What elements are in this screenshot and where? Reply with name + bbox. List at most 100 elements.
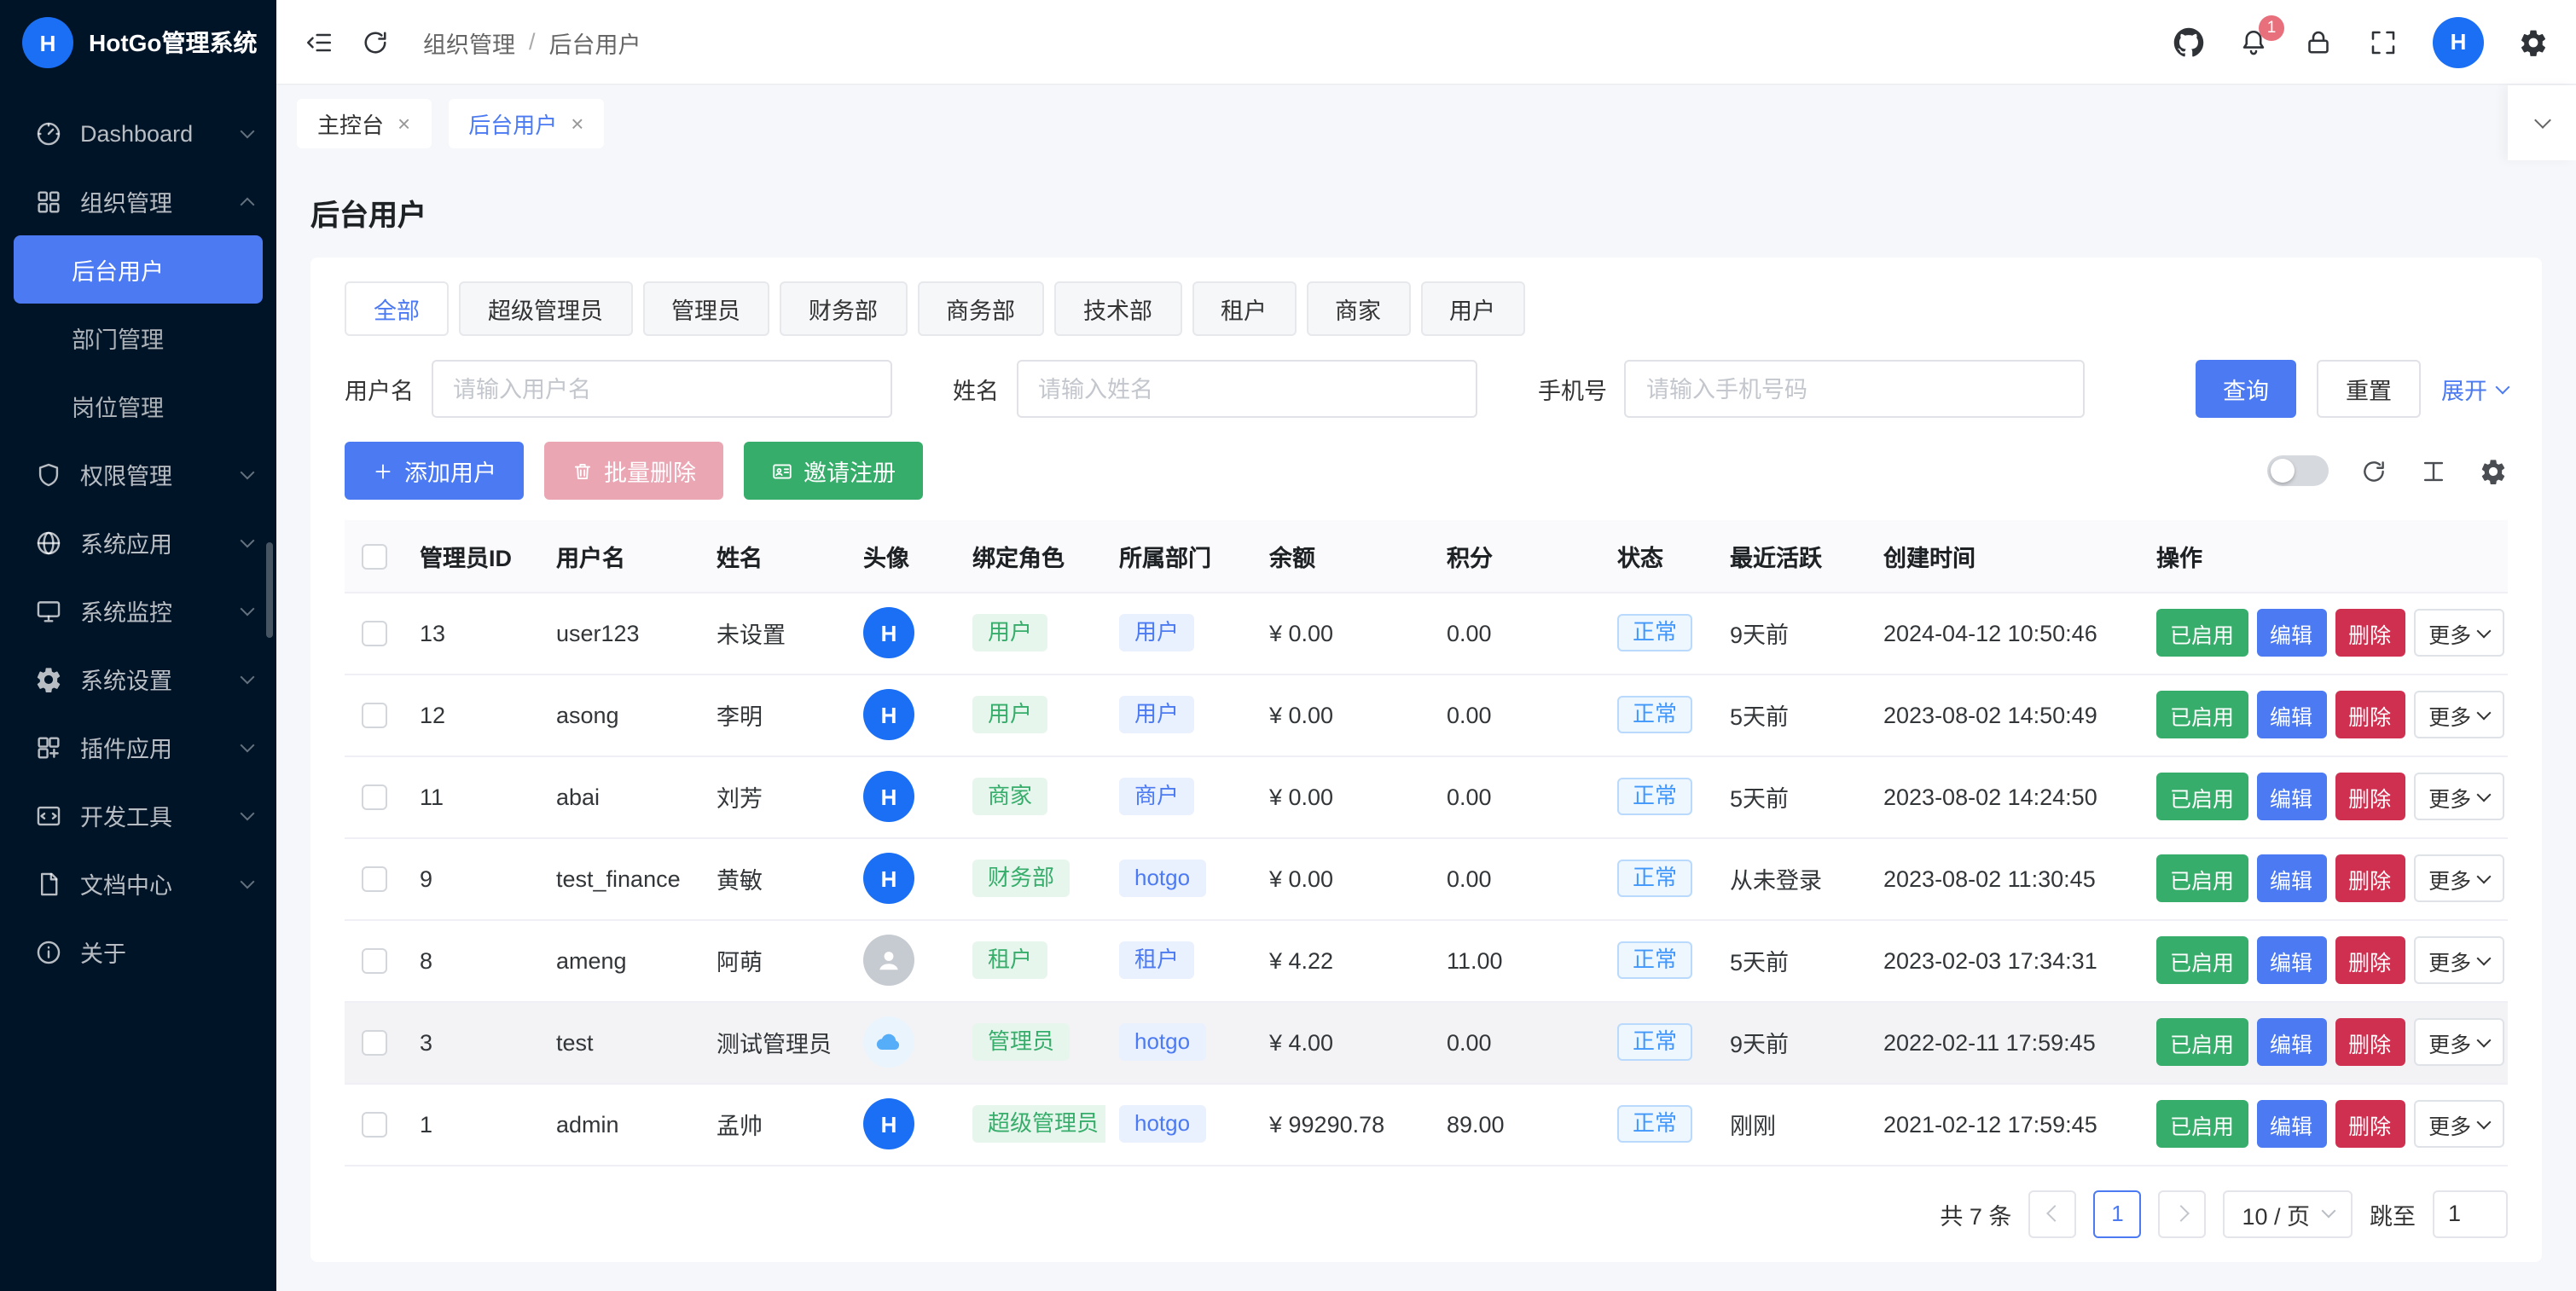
- edit-button[interactable]: 编辑: [2256, 609, 2326, 657]
- edit-button[interactable]: 编辑: [2256, 691, 2326, 738]
- delete-button[interactable]: 删除: [2335, 1018, 2405, 1066]
- row-checkbox[interactable]: [362, 1112, 387, 1138]
- row-checkbox[interactable]: [362, 784, 387, 810]
- sidebar-item-dashboard[interactable]: Dashboard: [0, 99, 276, 167]
- sidebar-item-system-settings[interactable]: 系统设置: [0, 645, 276, 713]
- collapse-menu-icon[interactable]: [304, 26, 334, 57]
- sidebar-subitem-department[interactable]: 部门管理: [0, 304, 276, 372]
- row-checkbox[interactable]: [362, 1030, 387, 1056]
- mobile-input[interactable]: [1624, 360, 2085, 418]
- edit-button[interactable]: 编辑: [2256, 1018, 2326, 1066]
- row-checkbox[interactable]: [362, 866, 387, 892]
- more-button[interactable]: 更多: [2413, 691, 2503, 738]
- notifications-button[interactable]: 1: [2238, 26, 2269, 57]
- app-logo[interactable]: H HotGo管理系统: [0, 0, 276, 85]
- invite-register-button[interactable]: 邀请注册: [744, 442, 923, 500]
- realname-input[interactable]: [1016, 360, 1477, 418]
- enabled-button[interactable]: 已启用: [2156, 936, 2248, 984]
- page-1-button[interactable]: 1: [2093, 1190, 2141, 1237]
- edit-button[interactable]: 编辑: [2256, 936, 2326, 984]
- more-button[interactable]: 更多: [2413, 773, 2503, 820]
- edit-button[interactable]: 编辑: [2256, 773, 2326, 820]
- search-button[interactable]: 查询: [2196, 360, 2296, 418]
- row-avatar[interactable]: [863, 1016, 914, 1068]
- role-tab-3[interactable]: 财务部: [780, 281, 907, 336]
- sidebar-scrollbar[interactable]: [266, 542, 273, 638]
- row-avatar[interactable]: H: [863, 689, 914, 740]
- enabled-button[interactable]: 已启用: [2156, 854, 2248, 902]
- more-button[interactable]: 更多: [2413, 609, 2503, 657]
- row-avatar[interactable]: H: [863, 771, 914, 822]
- sidebar-item-devtools[interactable]: 开发工具: [0, 781, 276, 849]
- reload-table-icon[interactable]: [2359, 456, 2388, 485]
- role-tab-1[interactable]: 超级管理员: [459, 281, 632, 336]
- tabbar-dropdown-button[interactable]: [2508, 85, 2576, 160]
- row-avatar[interactable]: [863, 935, 914, 986]
- username-input[interactable]: [431, 360, 891, 418]
- row-checkbox[interactable]: [362, 948, 387, 974]
- column-settings-icon[interactable]: [2479, 456, 2508, 485]
- next-page-button[interactable]: [2158, 1190, 2206, 1237]
- enabled-button[interactable]: 已启用: [2156, 691, 2248, 738]
- more-button[interactable]: 更多: [2413, 854, 2503, 902]
- role-tab-5[interactable]: 技术部: [1054, 281, 1181, 336]
- role-tab-8[interactable]: 用户: [1420, 281, 1524, 336]
- route-tab-console[interactable]: 主控台×: [297, 98, 431, 148]
- sidebar-subitem-backend-users[interactable]: 后台用户: [14, 235, 263, 304]
- role-tab-0[interactable]: 全部: [345, 281, 449, 336]
- enabled-button[interactable]: 已启用: [2156, 609, 2248, 657]
- prev-page-button[interactable]: [2028, 1190, 2076, 1237]
- select-all-checkbox[interactable]: [362, 543, 387, 569]
- delete-button[interactable]: 删除: [2335, 1100, 2405, 1148]
- row-avatar[interactable]: H: [863, 607, 914, 658]
- sidebar-item-plugins[interactable]: 插件应用: [0, 713, 276, 781]
- reset-button[interactable]: 重置: [2317, 360, 2421, 418]
- github-icon[interactable]: [2173, 26, 2204, 57]
- page-size-select[interactable]: 10 / 页: [2223, 1190, 2353, 1237]
- sidebar-item-system-app[interactable]: 系统应用: [0, 508, 276, 576]
- fullscreen-icon[interactable]: [2368, 26, 2399, 57]
- role-tab-7[interactable]: 商家: [1306, 281, 1410, 336]
- sidebar-item-permission[interactable]: 权限管理: [0, 440, 276, 508]
- user-avatar[interactable]: H: [2433, 16, 2484, 67]
- delete-button[interactable]: 删除: [2335, 936, 2405, 984]
- row-checkbox[interactable]: [362, 703, 387, 728]
- sidebar-item-docs[interactable]: 文档中心: [0, 849, 276, 918]
- close-icon[interactable]: ×: [571, 110, 583, 136]
- row-avatar[interactable]: H: [863, 1098, 914, 1149]
- sidebar-item-organization[interactable]: 组织管理: [0, 167, 276, 235]
- sidebar-item-about[interactable]: 关于: [0, 918, 276, 986]
- enabled-button[interactable]: 已启用: [2156, 773, 2248, 820]
- sidebar-item-system-monitor[interactable]: 系统监控: [0, 576, 276, 645]
- delete-button[interactable]: 删除: [2335, 773, 2405, 820]
- delete-button[interactable]: 删除: [2335, 691, 2405, 738]
- refresh-icon[interactable]: [360, 26, 391, 57]
- more-button[interactable]: 更多: [2413, 1100, 2503, 1148]
- density-icon[interactable]: [2419, 456, 2448, 485]
- role-tab-2[interactable]: 管理员: [642, 281, 769, 336]
- sidebar-subitem-post[interactable]: 岗位管理: [0, 372, 276, 440]
- route-tab-backend-users[interactable]: 后台用户×: [448, 98, 604, 148]
- expand-filters-link[interactable]: 展开: [2441, 372, 2508, 406]
- settings-icon[interactable]: [2518, 26, 2549, 57]
- row-checkbox[interactable]: [362, 621, 387, 646]
- batch-delete-button[interactable]: 批量删除: [544, 442, 723, 500]
- delete-button[interactable]: 删除: [2335, 609, 2405, 657]
- role-tab-6[interactable]: 租户: [1192, 281, 1296, 336]
- delete-button[interactable]: 删除: [2335, 854, 2405, 902]
- add-user-button[interactable]: 添加用户: [345, 442, 524, 500]
- edit-button[interactable]: 编辑: [2256, 1100, 2326, 1148]
- jump-page-input[interactable]: [2433, 1190, 2508, 1237]
- breadcrumb-current[interactable]: 后台用户: [549, 25, 641, 59]
- breadcrumb-parent[interactable]: 组织管理: [423, 25, 515, 59]
- lock-icon[interactable]: [2303, 26, 2334, 57]
- edit-button[interactable]: 编辑: [2256, 854, 2326, 902]
- more-button[interactable]: 更多: [2413, 936, 2503, 984]
- striped-toggle[interactable]: [2267, 455, 2329, 486]
- role-tab-4[interactable]: 商务部: [917, 281, 1044, 336]
- more-button[interactable]: 更多: [2413, 1018, 2503, 1066]
- enabled-button[interactable]: 已启用: [2156, 1100, 2248, 1148]
- close-icon[interactable]: ×: [397, 110, 410, 136]
- row-avatar[interactable]: H: [863, 853, 914, 904]
- enabled-button[interactable]: 已启用: [2156, 1018, 2248, 1066]
